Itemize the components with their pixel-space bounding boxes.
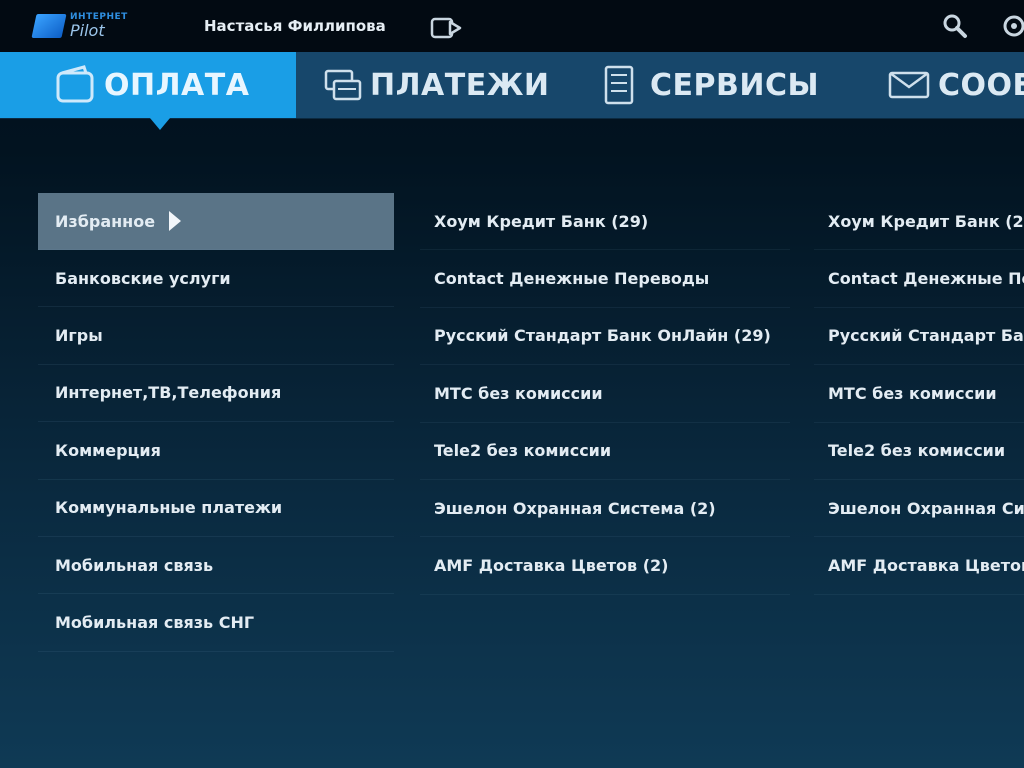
favorite-item[interactable]: Contact Денежные Переводы	[814, 250, 1024, 308]
favorites-list: Хоум Кредит Банк (29) Contact Денежные П…	[420, 193, 790, 595]
category-item-commerce[interactable]: Коммерция	[38, 422, 394, 480]
category-label: Коммунальные платежи	[55, 498, 283, 518]
logo-text: Pilot	[70, 21, 105, 40]
tab-label: ПЛАТЕЖИ	[370, 67, 550, 103]
category-label: Мобильная связь	[55, 555, 214, 575]
category-label: Коммерция	[55, 440, 161, 460]
tab-label: ОПЛАТА	[104, 67, 250, 103]
favorites-list-secondary: Хоум Кредит Банк (29) Contact Денежные П…	[814, 193, 1024, 595]
app-logo[interactable]: ИНТЕРНЕТ Pilot	[31, 12, 127, 42]
category-item-internet-tv[interactable]: Интернет,ТВ,Телефония	[38, 365, 394, 423]
favorite-item[interactable]: AMF Доставка Цветов (2)	[814, 537, 1024, 595]
tab-payments[interactable]: ПЛАТЕЖИ	[296, 52, 580, 118]
favorite-item[interactable]: Хоум Кредит Банк (29)	[814, 193, 1024, 251]
favorite-item[interactable]: МТС без комиссии	[420, 365, 790, 423]
tab-label: СЕРВИСЫ	[650, 67, 820, 103]
category-item-mobile-cis[interactable]: Мобильная связь СНГ	[38, 594, 394, 652]
services-icon	[604, 65, 634, 105]
user-name: Настасья Филлипова	[204, 17, 386, 35]
settings-icon[interactable]	[1000, 12, 1024, 40]
favorite-item[interactable]: Хоум Кредит Банк (29)	[420, 193, 790, 251]
favorite-item[interactable]: Tele2 без комиссии	[814, 423, 1024, 480]
favorite-item[interactable]: МТС без комиссии	[814, 365, 1024, 423]
favorite-item[interactable]: AMF Доставка Цветов (2)	[420, 537, 790, 595]
category-item-games[interactable]: Игры	[38, 307, 394, 365]
category-item-banking[interactable]: Банковские услуги	[38, 250, 394, 308]
tab-services[interactable]: СЕРВИСЫ	[580, 52, 866, 118]
envelope-icon	[888, 71, 930, 99]
logout-icon[interactable]	[430, 17, 462, 39]
favorite-item[interactable]: Эшелон Охранная Система (2)	[814, 480, 1024, 538]
tab-label: СООБЩЕНИЯ	[938, 67, 1024, 103]
active-tab-pointer	[150, 118, 170, 130]
category-item-utilities[interactable]: Коммунальные платежи	[38, 480, 394, 537]
favorite-item[interactable]: Contact Денежные Переводы	[420, 250, 790, 308]
payments-icon	[324, 69, 362, 101]
tab-payment[interactable]: ОПЛАТА	[0, 52, 296, 118]
wallet-icon	[56, 65, 94, 103]
category-item-mobile[interactable]: Мобильная связь	[38, 537, 394, 595]
category-label: Банковские услуги	[55, 268, 231, 288]
favorite-item[interactable]: Русский Стандарт Банк ОнЛайн (29)	[420, 308, 790, 366]
category-label: Интернет,ТВ,Телефония	[55, 383, 282, 403]
favorite-item[interactable]: Эшелон Охранная Система (2)	[420, 480, 790, 538]
logo-mark-icon	[31, 14, 67, 38]
category-label: Мобильная связь СНГ	[55, 613, 255, 633]
favorite-item[interactable]: Tele2 без комиссии	[420, 423, 790, 480]
category-item-favorites[interactable]: Избранное	[38, 193, 394, 250]
chevron-right-icon	[169, 211, 182, 231]
search-icon[interactable]	[940, 12, 970, 40]
tab-messages[interactable]: СООБЩЕНИЯ	[866, 52, 1024, 118]
category-list: Избранное Банковские услуги Игры Интерне…	[38, 193, 394, 652]
category-label: Избранное	[55, 211, 156, 231]
top-bar: ИНТЕРНЕТ Pilot Настасья Филлипова	[0, 0, 1024, 52]
main-tab-bar: ОПЛАТА ПЛАТЕЖИ СЕРВИСЫ СООБЩЕНИЯ	[0, 52, 1024, 119]
category-label: Игры	[55, 326, 103, 346]
favorite-item[interactable]: Русский Стандарт Банк ОнЛайн (29)	[814, 308, 1024, 366]
